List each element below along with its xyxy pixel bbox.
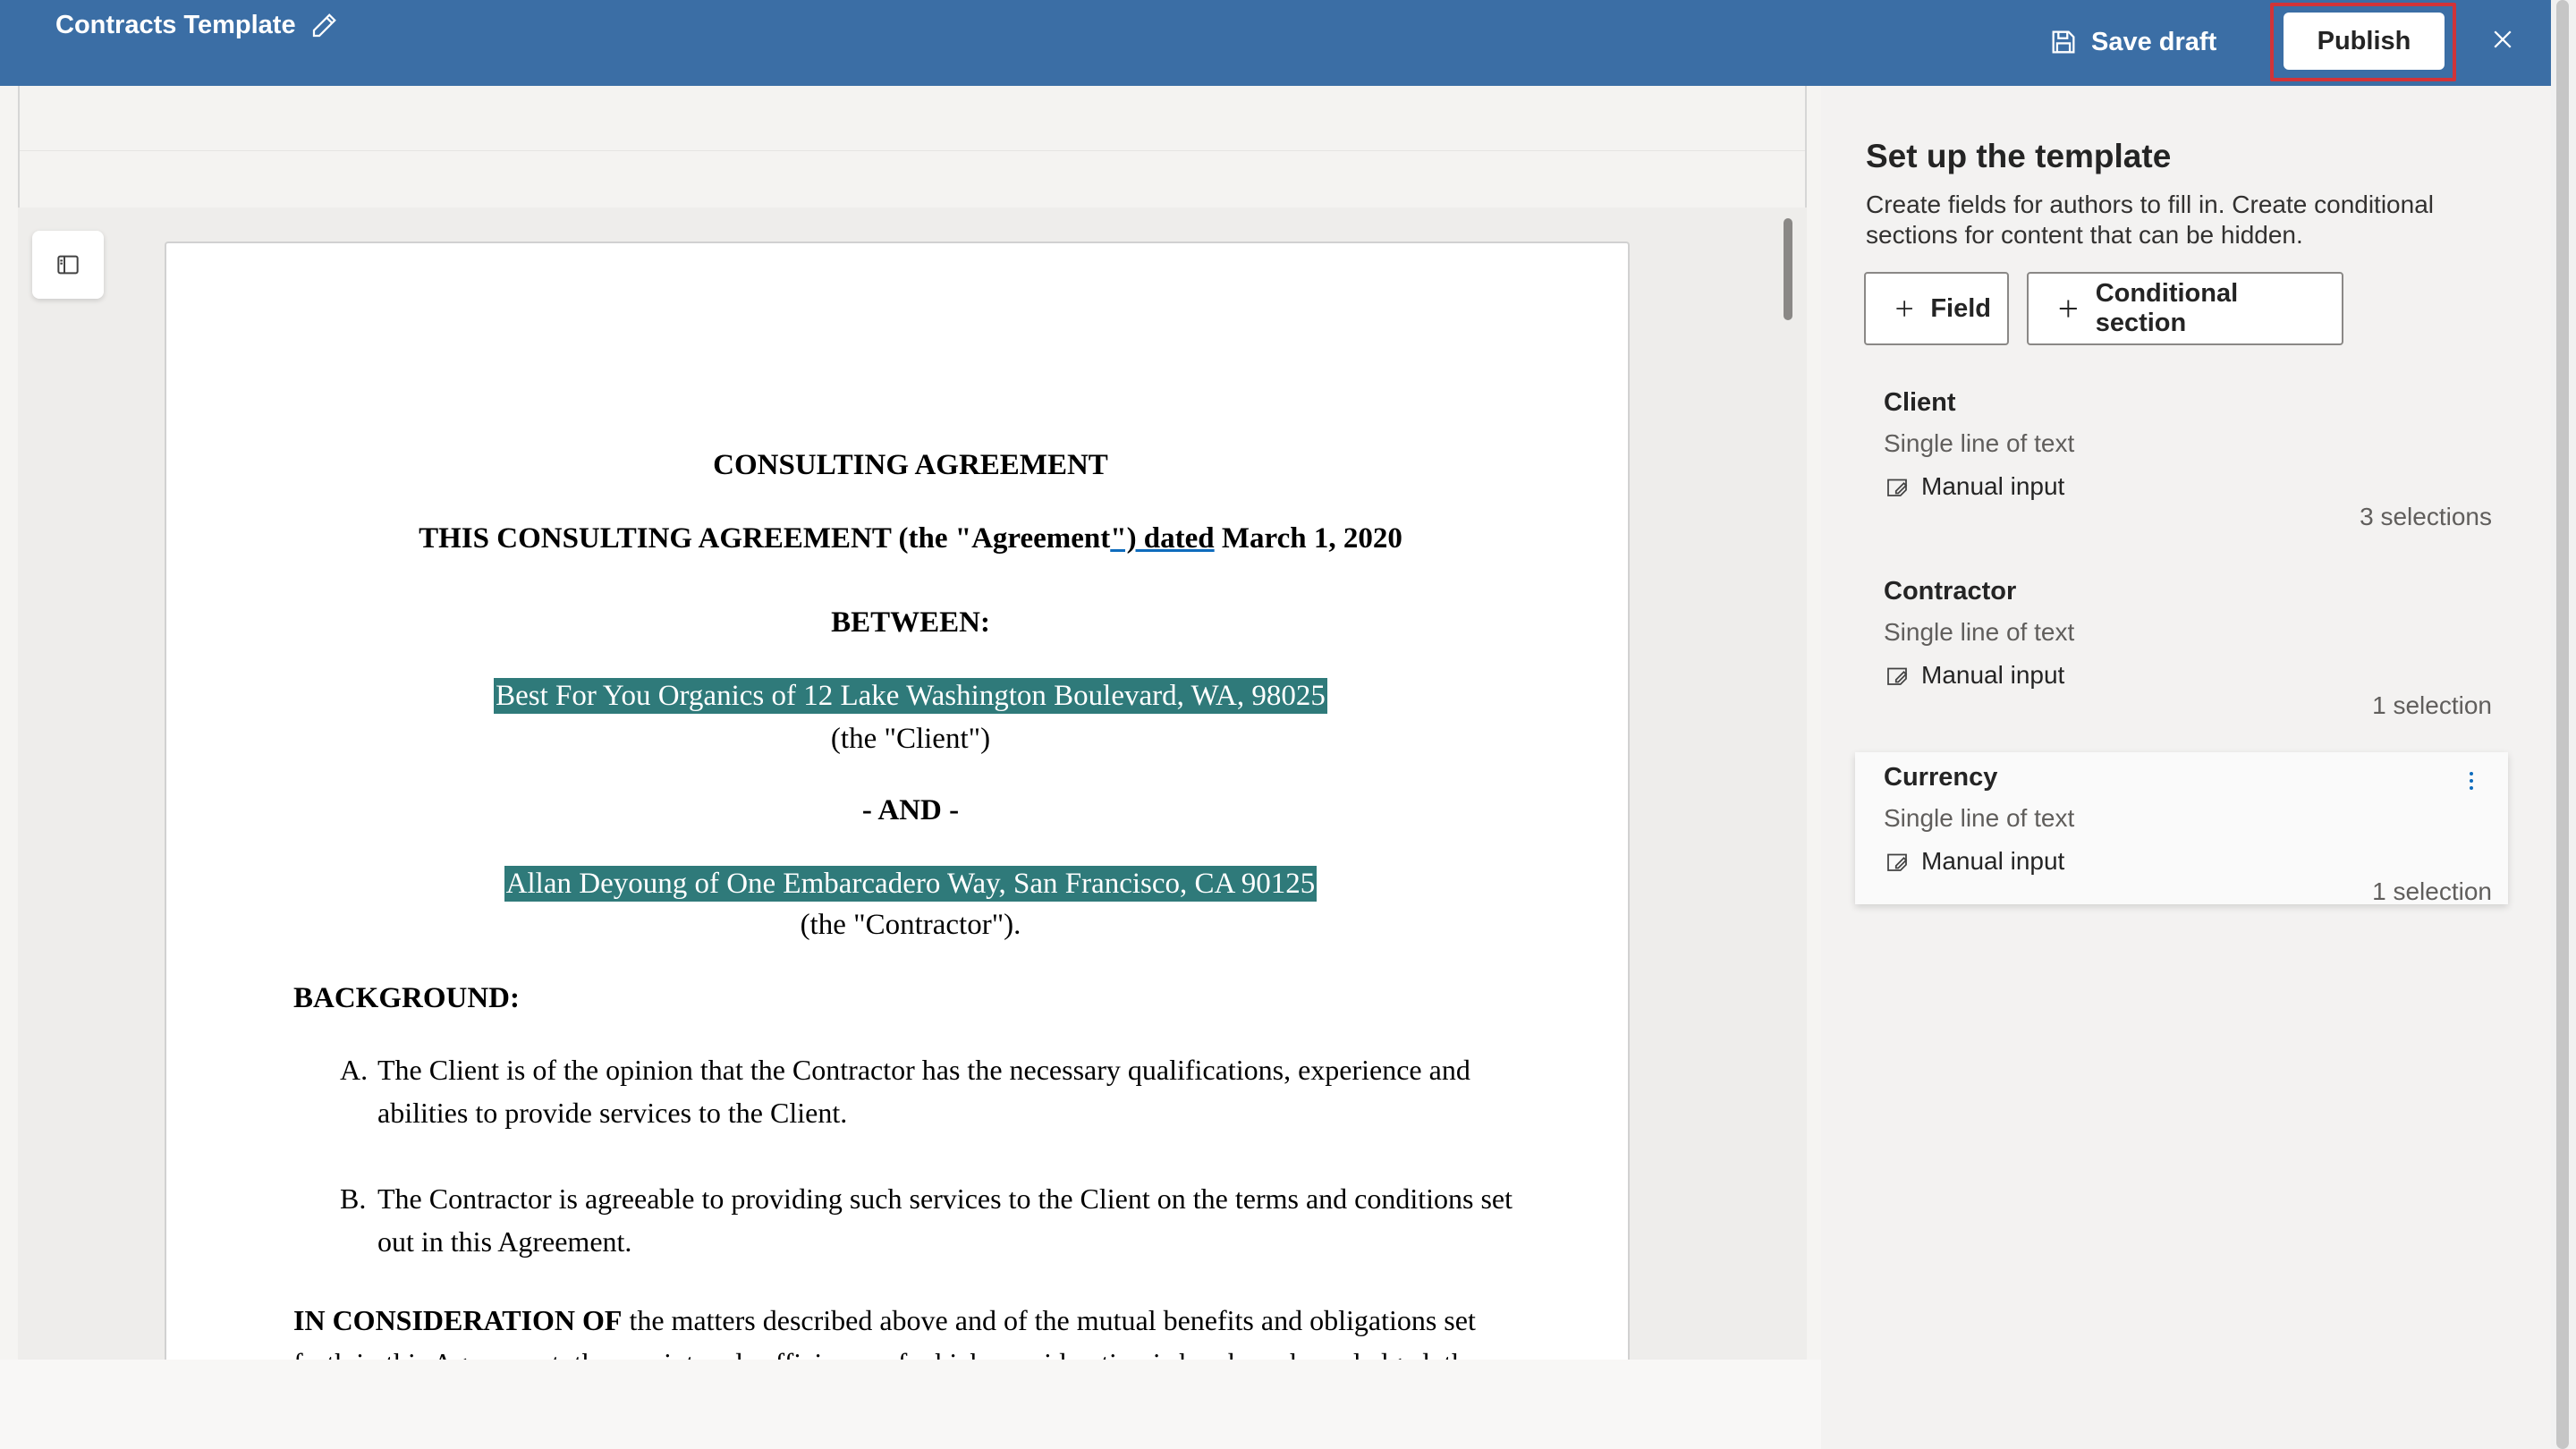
field-selection-count: 1 selection <box>2372 877 2492 905</box>
editor-toolbar-strip <box>18 86 1807 208</box>
panel-description: Create fields for authors to fill in. Cr… <box>1866 191 2434 249</box>
field-name: Client <box>1884 388 1956 417</box>
top-header-bar: Contracts Template Save draft Publish <box>0 0 2551 86</box>
manual-input-icon <box>1887 479 1908 496</box>
template-setup-panel: Set up the template Create fields for au… <box>1821 86 2551 1449</box>
save-icon <box>2052 30 2075 54</box>
client-field-highlight[interactable]: Best For You Organics of 12 Lake Washing… <box>494 678 1327 714</box>
client-role: (the "Client") <box>830 723 991 755</box>
document-subtitle: THIS CONSULTING AGREEMENT (the "Agreemen… <box>293 521 1528 556</box>
field-type: Single line of text <box>1884 804 2075 832</box>
field-name: Currency <box>1884 763 1998 792</box>
list-item: A. The Client is of the opinion that the… <box>340 1048 1530 1134</box>
list-marker: B. <box>340 1182 367 1215</box>
field-type: Single line of text <box>1884 429 2075 457</box>
list-marker: A. <box>340 1054 369 1086</box>
field-input-mode: Manual input <box>1884 472 2064 501</box>
page-scrollbar-thumb[interactable] <box>2556 0 2569 1449</box>
contractor-role: (the "Contractor"). <box>800 909 1021 941</box>
field-name: Contractor <box>1884 577 2017 606</box>
add-field-button[interactable]: Field <box>1864 272 2009 345</box>
manual-input-icon <box>1887 853 1908 871</box>
field-input-label: Manual input <box>1921 847 2065 875</box>
subtitle-part-1: THIS CONSULTING AGREEMENT (the "Agreemen… <box>419 522 1111 555</box>
field-input-mode: Manual input <box>1884 661 2064 690</box>
plus-icon <box>1896 301 1912 317</box>
document-title: CONSULTING AGREEMENT <box>713 449 1108 481</box>
field-input-label: Manual input <box>1921 661 2065 689</box>
list-item: B. The Contractor is agreeable to provid… <box>340 1177 1530 1263</box>
editor-scrollbar[interactable] <box>1784 218 1792 320</box>
field-type: Single line of text <box>1884 618 2075 646</box>
field-selection-count: 3 selections <box>2360 503 2492 530</box>
field-card-currency[interactable]: Currency Single line of text Manual inpu… <box>1855 752 2508 905</box>
field-input-mode: Manual input <box>1884 847 2064 876</box>
between-heading: BETWEEN: <box>831 606 990 639</box>
navigation-pane-toggle[interactable] <box>32 231 104 299</box>
template-title: Contracts Template <box>55 10 296 39</box>
panel-title: Set up the template <box>1866 138 2172 174</box>
background-heading: BACKGROUND: <box>293 982 520 1014</box>
add-field-label: Field <box>1930 293 1991 323</box>
and-separator: - AND - <box>861 794 960 826</box>
contractor-field-highlight[interactable]: Allan Deyoung of One Embarcadero Way, Sa… <box>504 866 1318 902</box>
pencil-icon[interactable] <box>309 9 341 41</box>
add-conditional-section-button[interactable]: Conditional section <box>2027 272 2343 345</box>
consideration-paragraph: IN CONSIDERATION OF the matters describe… <box>293 1299 1510 1360</box>
publish-button[interactable]: Publish <box>2284 13 2445 70</box>
client-party: Best For You Organics of 12 Lake Washing… <box>293 678 1528 714</box>
subtitle-part-2: March 1, 2020 <box>1214 522 1402 555</box>
close-icon <box>2494 30 2512 48</box>
template-title-group[interactable]: Contracts Template <box>55 9 341 41</box>
subtitle-underlined: ") dated <box>1110 522 1215 555</box>
more-options-button[interactable] <box>2458 765 2485 797</box>
field-card-client[interactable]: Client Single line of text Manual input … <box>1855 377 2508 530</box>
field-input-label: Manual input <box>1921 472 2065 500</box>
panel-toggle-icon <box>57 255 79 275</box>
manual-input-icon <box>1887 667 1908 685</box>
close-button[interactable] <box>2483 20 2522 59</box>
list-text: The Contractor is agreeable to providing… <box>377 1182 1513 1258</box>
document-page[interactable]: CONSULTING AGREEMENT THIS CONSULTING AGR… <box>165 242 1630 1360</box>
field-card-contractor[interactable]: Contractor Single line of text Manual in… <box>1855 566 2508 719</box>
editor-footer <box>0 1360 1821 1449</box>
plus-icon <box>2059 300 2077 318</box>
list-text: The Client is of the opinion that the Co… <box>377 1054 1470 1129</box>
more-vertical-icon <box>2470 772 2473 790</box>
save-draft-button[interactable]: Save draft <box>2048 23 2216 61</box>
publish-label: Publish <box>2317 26 2411 55</box>
contractor-party: Allan Deyoung of One Embarcadero Way, Sa… <box>293 866 1528 902</box>
consideration-bold: IN CONSIDERATION OF <box>293 1304 623 1336</box>
field-selection-count: 1 selection <box>2372 691 2492 719</box>
add-conditional-label: Conditional section <box>2095 279 2239 337</box>
save-draft-label: Save draft <box>2091 27 2217 56</box>
